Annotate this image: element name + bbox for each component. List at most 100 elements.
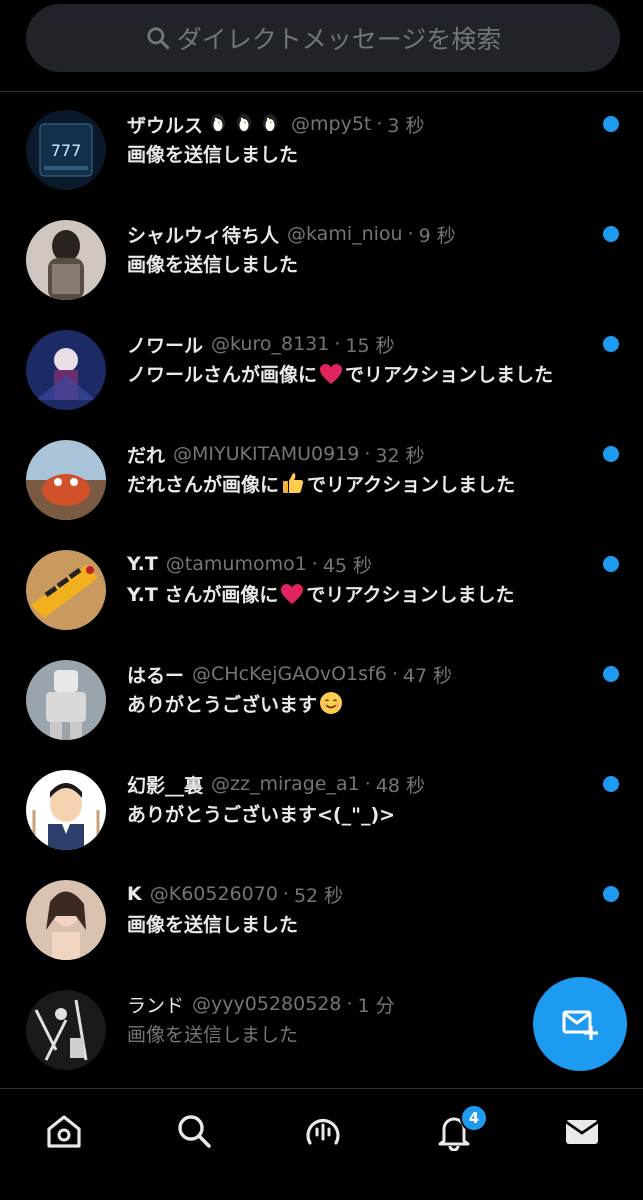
- conversation-preview: Y.T さんが画像に でリアクションしました: [127, 580, 514, 610]
- unread-indicator: [603, 666, 619, 682]
- preview-text: Y.T さんが画像に: [127, 584, 279, 606]
- conversation-row[interactable]: 幻影__裏 @zz_mirage_a1 · 48 秒 ありがとうございます<(_…: [0, 752, 643, 862]
- home-icon: [47, 1115, 81, 1148]
- conversation-name: Y.T: [127, 553, 158, 575]
- tab-home[interactable]: [42, 1109, 86, 1153]
- conversation-row[interactable]: シャルウィ待ち人 @kami_niou · 9 秒 画像を送信しました: [0, 202, 643, 312]
- conversation-handle: @mpy5t: [291, 113, 372, 135]
- conversation-name: はるー: [127, 664, 185, 687]
- conversation-name: ランド: [127, 994, 185, 1017]
- conversation-preview: 画像を送信しました: [127, 914, 299, 936]
- conversation-name: 幻影__裏: [127, 774, 204, 797]
- separator: ·: [282, 883, 289, 905]
- preview-text: ノワールさんが画像に: [127, 364, 318, 386]
- conversation-row[interactable]: だれ @MIYUKITAMU0919 · 32 秒 だれさんが画像に でリアクショ…: [0, 422, 643, 532]
- conversation-time: 52 秒: [293, 884, 344, 907]
- unread-indicator: [603, 776, 619, 792]
- unread-indicator: [603, 116, 619, 132]
- notification-badge: 4: [460, 1104, 488, 1132]
- separator: ·: [311, 553, 318, 575]
- conversation-preview: ノワールさんが画像に でリアクションしました: [127, 360, 553, 390]
- avatar[interactable]: [26, 880, 106, 960]
- conversation-list: 777 ザウルス @mpy5t · 3 秒 画像を送信しました シャルウィ待ち人…: [0, 92, 643, 1082]
- conversation-handle: @tamumomo1: [165, 553, 307, 575]
- avatar[interactable]: [26, 440, 106, 520]
- unread-indicator: [603, 446, 619, 462]
- conversation-row[interactable]: Y.T @tamumomo1 · 45 秒 Y.T さんが画像に でリアクションし…: [0, 532, 643, 642]
- penguin-icon: [207, 111, 229, 137]
- avatar[interactable]: [26, 660, 106, 740]
- heart-icon: [280, 583, 304, 610]
- preview-text: でリアクションしました: [306, 584, 515, 606]
- conversation-handle: @kami_niou: [287, 223, 403, 245]
- avatar[interactable]: [26, 330, 106, 410]
- bottom-tab-bar: [0, 1088, 643, 1200]
- conversation-handle: @kuro_8131: [211, 333, 330, 355]
- heart-icon: [319, 363, 343, 390]
- preview-text: でリアクションしました: [345, 364, 554, 386]
- conversation-handle: @yyy05280528: [192, 993, 342, 1015]
- conversation-preview: だれさんが画像に でリアクションしました: [127, 470, 515, 500]
- avatar[interactable]: [26, 770, 106, 850]
- preview-text: だれさんが画像に: [127, 474, 280, 496]
- conversation-preview: 画像を送信しました: [127, 1024, 299, 1046]
- penguin-icon: [259, 111, 281, 137]
- separator: ·: [391, 663, 398, 685]
- thumbs-up-icon: [281, 471, 305, 500]
- conversation-time: 32 秒: [375, 444, 425, 467]
- conversation-time: 1 分: [357, 994, 395, 1017]
- conversation-name: ザウルス: [127, 114, 204, 137]
- tab-messages[interactable]: [560, 1109, 604, 1153]
- search-icon: [178, 1115, 211, 1148]
- search-input[interactable]: ダイレクトメッセージを検索: [26, 4, 620, 72]
- unread-indicator: [603, 556, 619, 572]
- preview-text: でリアクションしました: [307, 474, 516, 496]
- conversation-row[interactable]: K @K60526070 · 52 秒 画像を送信しました: [0, 862, 643, 972]
- new-message-button[interactable]: [533, 977, 627, 1071]
- messages-icon: [565, 1120, 599, 1144]
- avatar[interactable]: [26, 220, 106, 300]
- unread-indicator: [603, 226, 619, 242]
- conversation-time: 47 秒: [402, 664, 453, 687]
- conversation-name: シャルウィ待ち人: [127, 224, 280, 247]
- separator: ·: [334, 333, 341, 355]
- conversation-time: 15 秒: [345, 334, 395, 357]
- search-placeholder: ダイレクトメッセージを検索: [176, 25, 502, 54]
- penguin-icon: [233, 111, 255, 137]
- separator: ·: [364, 443, 371, 465]
- conversation-name: だれ: [127, 444, 166, 467]
- separator: ·: [407, 223, 414, 245]
- tab-spaces[interactable]: [301, 1109, 345, 1153]
- conversation-name: ノワール: [127, 334, 204, 357]
- conversation-name: K: [127, 883, 142, 905]
- tab-search[interactable]: [172, 1109, 216, 1153]
- unread-indicator: [603, 886, 619, 902]
- conversation-preview: 画像を送信しました: [127, 144, 299, 166]
- conversation-preview: ありがとうございます: [127, 690, 345, 720]
- conversation-handle: @zz_mirage_a1: [211, 773, 360, 795]
- conversation-handle: @CHcKejGAOvO1sf6: [192, 663, 387, 685]
- spaces-icon: [306, 1118, 340, 1145]
- conversation-time: 48 秒: [375, 774, 425, 797]
- new-message-icon: [562, 1010, 598, 1040]
- conversation-preview: ありがとうございます<(_"_)>: [127, 804, 396, 826]
- avatar[interactable]: 777: [26, 110, 106, 190]
- search-header: ダイレクトメッセージを検索: [0, 0, 643, 92]
- separator: ·: [346, 993, 353, 1015]
- conversation-row[interactable]: ノワール @kuro_8131 · 15 秒 ノワールさんが画像に でリアクション…: [0, 312, 643, 422]
- conversation-preview: 画像を送信しました: [127, 254, 299, 276]
- conversation-time: 45 秒: [322, 554, 373, 577]
- conversation-handle: @MIYUKITAMU0919: [173, 443, 360, 465]
- conversation-time: 9 秒: [418, 224, 456, 247]
- conversation-time: 3 秒: [387, 114, 425, 137]
- avatar[interactable]: [26, 990, 106, 1070]
- avatar[interactable]: [26, 550, 106, 630]
- preview-text: ありがとうございます: [127, 694, 318, 716]
- conversation-row[interactable]: はるー @CHcKejGAOvO1sf6 · 47 秒 ありがとうございます: [0, 642, 643, 752]
- svg-text:777: 777: [51, 141, 82, 160]
- conversation-row[interactable]: 777 ザウルス @mpy5t · 3 秒 画像を送信しました: [0, 92, 643, 202]
- separator: ·: [376, 113, 383, 135]
- separator: ·: [364, 773, 371, 795]
- search-icon: [147, 27, 170, 50]
- unread-indicator: [603, 336, 619, 352]
